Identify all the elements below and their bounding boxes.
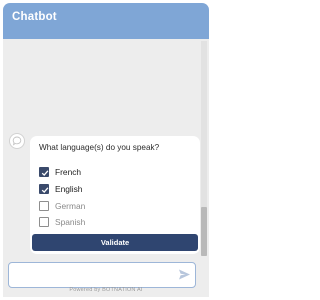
option-spanish[interactable]: Spanish [39,216,85,228]
scrollbar-thumb[interactable] [201,207,207,256]
checkbox-german[interactable] [39,201,49,211]
option-label-french: French [55,167,82,177]
checkmark-icon [41,186,48,193]
send-icon[interactable] [178,268,191,281]
option-english[interactable]: English [39,183,82,195]
chat-bubble-icon [12,136,22,146]
validate-button[interactable]: Validate [32,234,198,251]
chatbot-window: Chatbot What language(s) do you speak? F… [0,0,212,300]
chat-header: Chatbot [3,3,209,39]
checkmark-icon [41,169,48,176]
powered-by-text: Powered by BOTNATION AI [69,287,143,293]
scrollbar[interactable] [201,41,207,256]
option-label-english: English [55,184,83,194]
input-area: Powered by BOTNATION AI [3,258,209,297]
message-input[interactable] [8,262,196,288]
checkbox-french[interactable] [39,167,49,177]
option-label-spanish: Spanish [55,217,86,227]
checkbox-spanish[interactable] [39,217,49,227]
message-card: What language(s) do you speak? French En… [30,136,200,254]
question-text: What language(s) do you speak? [39,143,160,152]
option-label-german: German [55,201,86,211]
option-french[interactable]: French [39,166,81,178]
checkbox-english[interactable] [39,184,49,194]
chat-title: Chatbot [12,11,57,23]
message-area[interactable]: What language(s) do you speak? French En… [3,39,209,258]
option-german[interactable]: German [39,200,85,212]
bot-avatar [9,133,25,149]
